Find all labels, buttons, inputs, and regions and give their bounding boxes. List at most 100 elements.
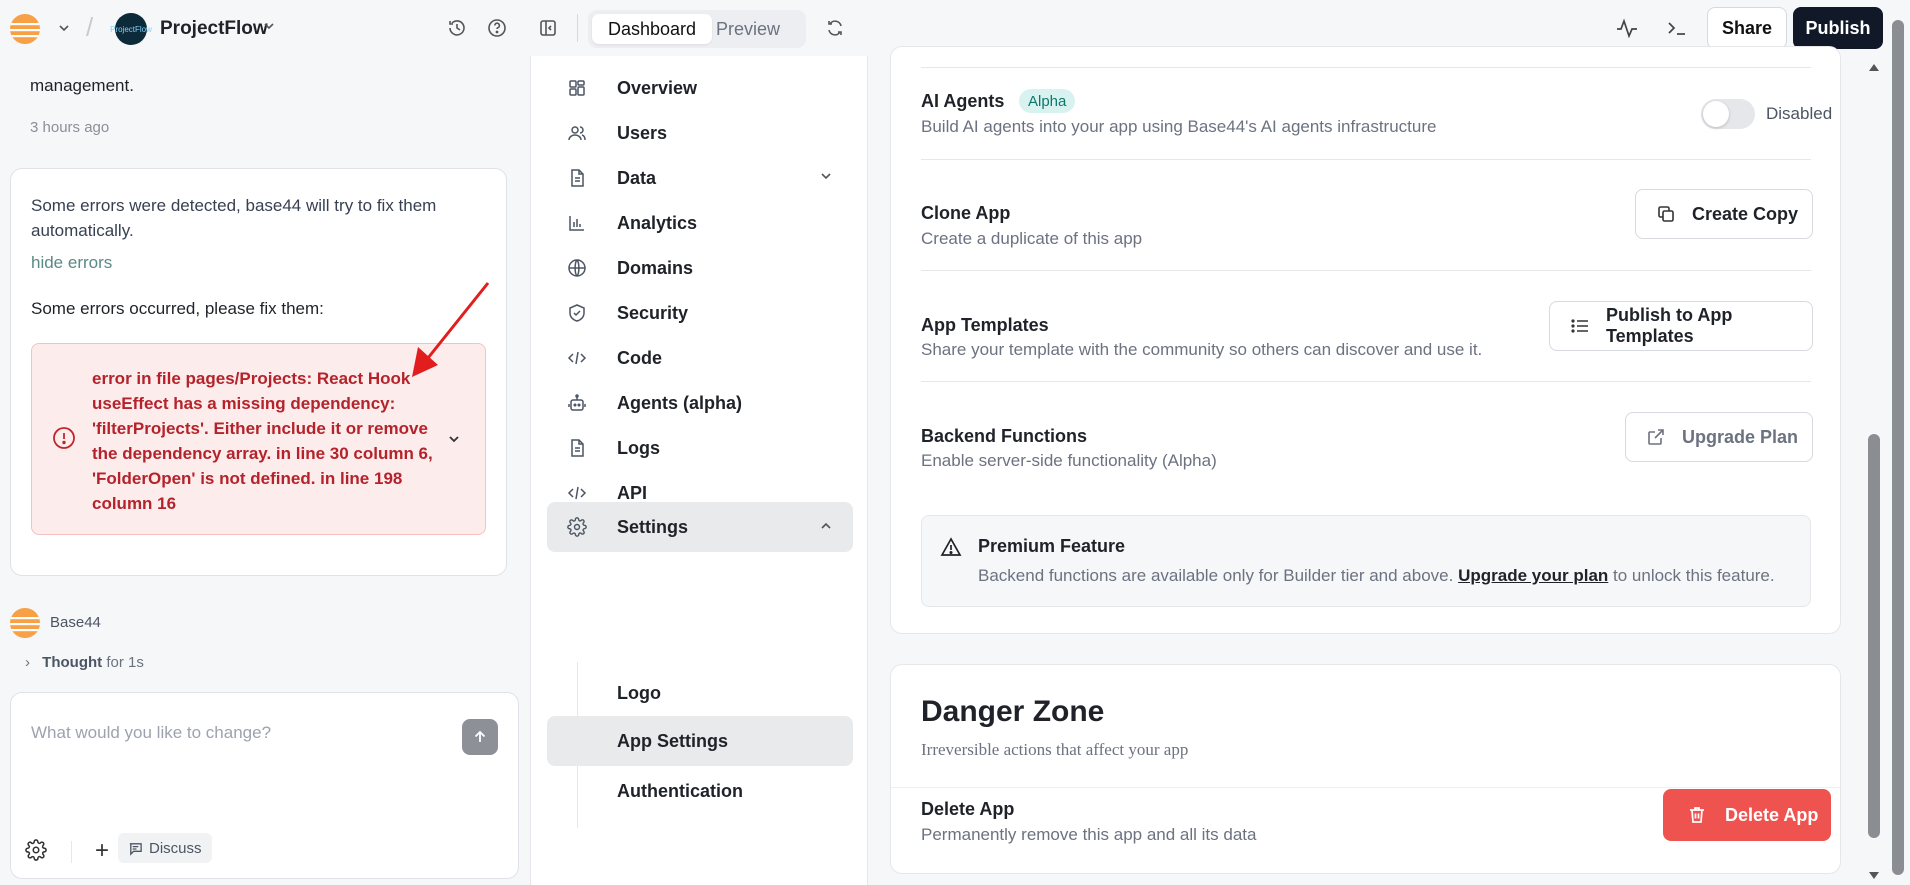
publish-to-templates-label: Publish to App Templates	[1606, 305, 1733, 346]
scroll-up-arrow-icon[interactable]	[1869, 64, 1879, 71]
gear-icon[interactable]	[25, 839, 47, 861]
nav-item-domains[interactable]: Domains	[547, 244, 853, 292]
error-message: error in file pages/Projects: React Hook…	[92, 369, 433, 513]
thought-label: Thought	[42, 654, 103, 671]
publish-button[interactable]: Publish	[1793, 7, 1883, 49]
nav-item-label: Security	[617, 302, 689, 323]
base44-logo-icon[interactable]	[10, 14, 40, 44]
backend-functions-desc: Enable server-side functionality (Alpha)	[921, 451, 1217, 470]
bot-icon	[568, 394, 586, 411]
nav-subitem-logo[interactable]: Logo	[547, 668, 853, 718]
nav-item-users[interactable]: Users	[547, 109, 853, 157]
nav-item-overview[interactable]: Overview	[547, 64, 853, 112]
sidebar-toggle-icon[interactable]	[533, 13, 563, 43]
message-timestamp: 3 hours ago	[30, 119, 110, 136]
nav-item-label: API	[617, 482, 648, 503]
red-annotation-arrow-icon	[412, 282, 490, 377]
workspace-menu-chevron-icon[interactable]	[52, 18, 76, 38]
delete-app-title: Delete App	[921, 799, 1015, 819]
nav-subitem-authentication[interactable]: Authentication	[547, 766, 853, 816]
nav-item-label: Users	[617, 122, 668, 143]
clone-app-desc: Create a duplicate of this app	[921, 229, 1143, 248]
chat-input[interactable]: What would you like to change?	[31, 723, 271, 743]
window-scrollbar[interactable]	[1886, 0, 1910, 885]
app-templates-desc: Share your template with the community s…	[921, 340, 1483, 359]
nav-item-label: Domains	[617, 257, 694, 278]
bar-chart-icon	[569, 216, 584, 231]
project-name[interactable]: ProjectFlow	[160, 18, 268, 40]
document-icon	[571, 439, 584, 457]
tab-preview[interactable]: Preview	[700, 14, 796, 44]
window-scrollbar-thumb[interactable]	[1892, 20, 1904, 875]
activity-icon[interactable]	[1612, 13, 1642, 43]
document-icon	[571, 169, 584, 187]
breadcrumb-separator: /	[86, 12, 94, 42]
terminal-icon[interactable]	[1662, 13, 1692, 43]
delete-app-button[interactable]: Delete App	[1663, 789, 1831, 841]
upgrade-plan-button[interactable]: Upgrade Plan	[1625, 412, 1813, 462]
copy-icon	[1656, 204, 1676, 224]
upgrade-plan-link[interactable]: Upgrade your plan	[1458, 566, 1608, 585]
danger-zone-card: Danger Zone Irreversible actions that af…	[890, 664, 1841, 874]
nav-item-agents[interactable]: Agents (alpha)	[547, 379, 853, 427]
row-divider	[921, 159, 1811, 160]
grid-icon	[569, 80, 585, 96]
expand-chevron-icon[interactable]	[447, 432, 461, 446]
alert-circle-icon	[53, 427, 75, 449]
hide-errors-link[interactable]: hide errors	[31, 253, 112, 273]
project-logo: ProjectFlow	[110, 13, 152, 45]
nav-item-label: Settings	[617, 516, 689, 537]
app-templates-title: App Templates	[921, 315, 1049, 335]
nav-item-code[interactable]: Code	[547, 334, 853, 382]
error-intro-text: Some errors were detected, base44 will t…	[31, 196, 437, 240]
premium-title: Premium Feature	[978, 536, 1126, 556]
nav-item-label: Overview	[617, 77, 698, 98]
nav-subitem-label: App Settings	[617, 730, 728, 751]
help-icon[interactable]	[482, 13, 512, 43]
ai-agents-toggle[interactable]	[1701, 99, 1755, 129]
nav-item-logs[interactable]: Logs	[547, 424, 853, 472]
send-button[interactable]	[462, 719, 498, 755]
list-icon	[1570, 316, 1590, 336]
scrollbar-thumb[interactable]	[1868, 434, 1880, 838]
nav-item-data[interactable]: Data	[547, 154, 853, 202]
ai-agents-title: AI Agents	[921, 91, 1005, 111]
content-scrollbar[interactable]	[1862, 56, 1886, 885]
code-icon	[567, 351, 587, 365]
project-menu-chevron-icon[interactable]	[262, 19, 276, 38]
warning-triangle-icon	[940, 537, 962, 556]
premium-desc-text: Backend functions are available only for…	[978, 566, 1454, 585]
discuss-button[interactable]: Discuss	[118, 833, 212, 863]
nav-item-analytics[interactable]: Analytics	[547, 199, 853, 247]
nav-item-security[interactable]: Security	[547, 289, 853, 337]
thought-toggle[interactable]: › Thought for 1s	[25, 654, 144, 671]
refresh-icon[interactable]	[820, 13, 850, 43]
publish-to-templates-button[interactable]: Publish to App Templates	[1549, 301, 1813, 351]
row-divider	[921, 381, 1811, 382]
create-copy-label: Create Copy	[1692, 203, 1799, 224]
nav-item-settings[interactable]: Settings	[547, 502, 853, 552]
nav-item-label: Analytics	[617, 212, 698, 233]
globe-icon	[568, 259, 586, 277]
nav-item-label: Data	[617, 167, 657, 188]
delete-app-label: Delete App	[1725, 804, 1819, 825]
alpha-badge: Alpha	[1019, 89, 1076, 113]
tab-dashboard[interactable]: Dashboard	[592, 14, 713, 44]
chevron-up-icon	[821, 522, 831, 529]
danger-zone-title: Danger Zone	[921, 695, 1105, 728]
app-settings-card: AI Agents Alpha Build AI agents into you…	[890, 46, 1841, 634]
composer-divider	[71, 841, 72, 863]
clone-app-title: Clone App	[921, 203, 1011, 223]
delete-app-desc: Permanently remove this app and all its …	[921, 825, 1257, 844]
scroll-down-arrow-icon[interactable]	[1869, 872, 1879, 879]
nav-subitem-app-settings[interactable]: App Settings	[547, 716, 853, 766]
chat-composer: What would you like to change? + Discuss	[10, 692, 519, 879]
plus-icon[interactable]: +	[95, 837, 109, 865]
nav-subitem-label: Authentication	[617, 780, 743, 801]
create-copy-button[interactable]: Create Copy	[1635, 189, 1813, 239]
history-icon[interactable]	[442, 13, 472, 43]
share-button[interactable]: Share	[1707, 7, 1787, 49]
toolbar-divider	[577, 14, 578, 42]
main-content: AI Agents Alpha Build AI agents into you…	[868, 46, 1868, 885]
premium-feature-notice: Premium Feature Backend functions are av…	[921, 515, 1811, 607]
